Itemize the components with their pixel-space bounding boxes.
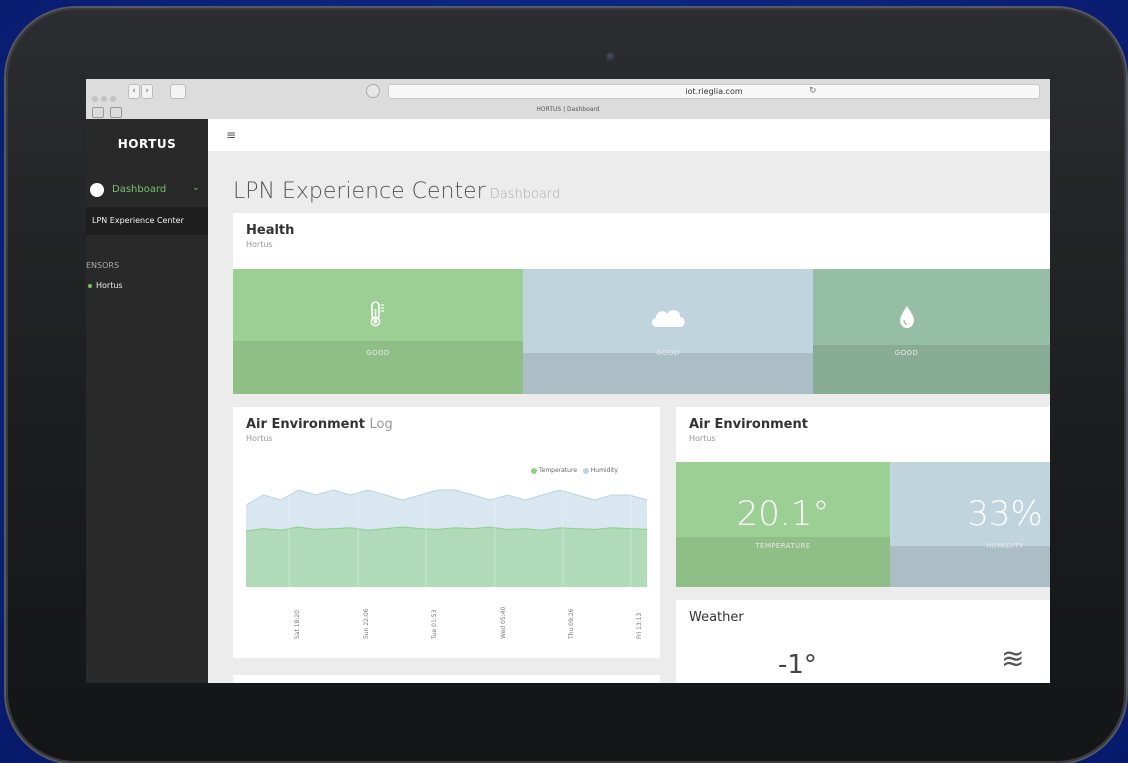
health-tile-air[interactable]: GOOD <box>523 269 813 394</box>
url-text: iot.rieglia.com <box>685 87 743 96</box>
minimize-dot-icon[interactable] <box>101 96 107 102</box>
sensors-heading: ENSORS <box>86 261 120 270</box>
sidebar-item-label: Hortus <box>96 281 123 290</box>
sidebar-item-hortus[interactable]: Hortus <box>88 281 123 290</box>
humidity-value: 33% <box>967 494 1043 534</box>
reload-icon[interactable]: ↻ <box>809 85 817 98</box>
health-air-status: GOOD <box>656 349 680 357</box>
temperature-tile[interactable]: 20.1° TEMPERATURE <box>676 462 890 587</box>
wind-icon: ≋ <box>1001 642 1025 675</box>
sidebar-item-label: LPN Experience Center <box>92 216 184 225</box>
x-tick-label: Fri 13:13 <box>636 612 643 639</box>
x-tick-label: Thu 09:26 <box>568 608 575 640</box>
health-subtitle: Hortus <box>246 240 273 249</box>
air-env-title: Air Environment <box>689 417 808 432</box>
cloud-icon <box>523 305 813 333</box>
sidebar-toggle-button[interactable] <box>170 84 186 99</box>
health-water-status: GOOD <box>894 349 919 357</box>
page-title-text: LPN Experience Center <box>233 179 486 204</box>
weather-temperature: -1° <box>778 650 817 680</box>
back-button[interactable]: ‹ <box>128 84 140 99</box>
x-tick-label: Tue 01:53 <box>431 609 438 640</box>
next-card-partial <box>233 675 660 683</box>
air-log-chart[interactable]: Sat 18:20 Sun 22:06 Tue 01:53 Wed 05:40 Thu … <box>233 407 660 658</box>
tab-title[interactable]: HORTUS | Dashboard <box>86 106 1050 113</box>
health-tile-temperature[interactable]: GOOD <box>233 269 523 394</box>
x-tick-label: Sat 18:20 <box>294 610 301 639</box>
health-temperature-status: GOOD <box>366 349 390 357</box>
temperature-value: 20.1° <box>736 494 830 534</box>
thermometer-icon <box>233 301 523 331</box>
dashboard-icon <box>90 183 104 197</box>
humidity-tile[interactable]: 33% HUMIDITY <box>890 462 1050 587</box>
brand-logo[interactable]: HORTUS <box>86 137 208 151</box>
health-tile-water[interactable]: GOOD <box>813 269 1050 394</box>
page-title: LPN Experience Center Dashboard <box>233 179 560 204</box>
screen: ‹ › iot.rieglia.com ↻ HORTUS | Dashboard… <box>86 79 1050 683</box>
browser-chrome: ‹ › iot.rieglia.com ↻ HORTUS | Dashboard <box>86 79 1050 120</box>
window-controls[interactable] <box>92 87 122 102</box>
humidity-label: HUMIDITY <box>986 542 1024 550</box>
x-tick-label: Wed 05:40 <box>500 607 507 639</box>
weather-title: Weather <box>689 610 744 625</box>
air-env-subtitle: Hortus <box>689 434 716 443</box>
x-tick-label: Sun 22:06 <box>363 608 370 639</box>
sidebar-item-label: Dashboard <box>112 184 167 195</box>
site-icon[interactable] <box>366 84 380 98</box>
top-bar: ≡ <box>208 119 1050 151</box>
address-bar[interactable]: iot.rieglia.com ↻ <box>388 84 1040 99</box>
menu-icon[interactable]: ≡ <box>226 128 236 142</box>
tile-bottom <box>890 546 1050 587</box>
health-card: Health Hortus GOOD GOOD GOOD <box>233 213 1050 394</box>
air-log-card: Air Environment Log Hortus Temperature H… <box>233 407 660 658</box>
sidebar-item-lpn-experience-center[interactable]: LPN Experience Center <box>86 207 208 235</box>
health-title: Health <box>246 223 295 238</box>
series-temperature-area <box>246 527 647 587</box>
status-dot-icon <box>88 283 92 288</box>
forward-button[interactable]: › <box>141 84 153 99</box>
air-env-card: Air Environment Hortus 20.1° TEMPERATURE… <box>676 407 1050 587</box>
maximize-dot-icon[interactable] <box>110 96 116 102</box>
camera-icon <box>606 52 616 62</box>
chevron-down-icon: ⌄ <box>192 183 200 193</box>
temperature-label: TEMPERATURE <box>755 542 811 550</box>
tile-bottom <box>523 353 813 394</box>
water-drop-icon <box>813 305 1050 333</box>
close-dot-icon[interactable] <box>92 96 98 102</box>
sidebar-item-dashboard[interactable]: Dashboard ⌄ <box>86 179 208 203</box>
sidebar: HORTUS Dashboard ⌄ LPN Experience Center… <box>86 119 208 683</box>
page-subtitle: Dashboard <box>489 187 561 202</box>
weather-card: Weather -1° ≋ <box>676 600 1050 683</box>
